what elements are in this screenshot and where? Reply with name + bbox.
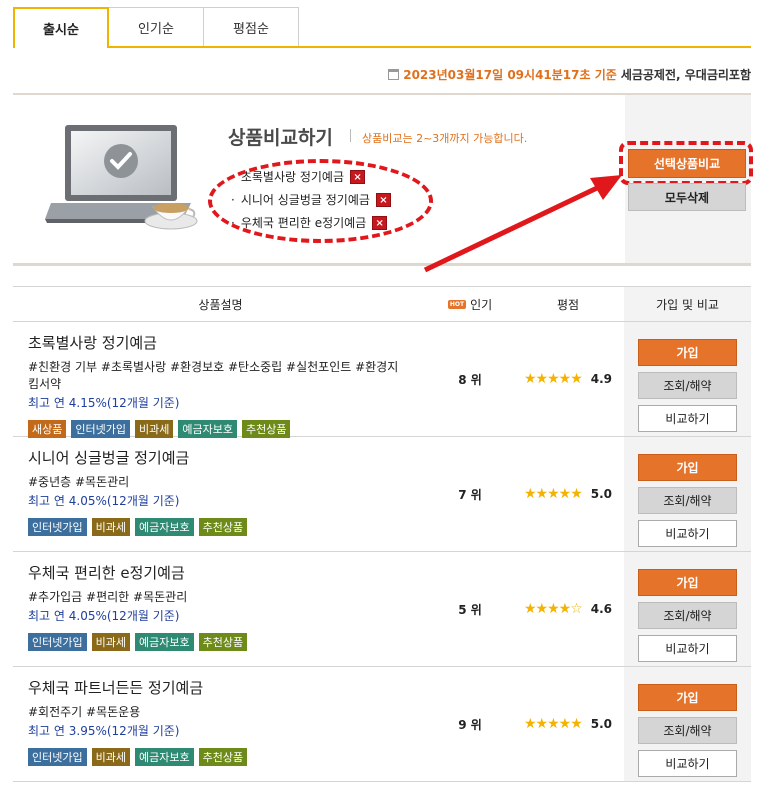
badge-protected: 예금자보호: [134, 518, 194, 536]
badge-taxfree: 비과세: [91, 518, 130, 536]
clear-all-button[interactable]: 모두삭제: [628, 183, 746, 211]
product-tags: #친환경 기부 #초록별사랑 #환경보호 #탄소중립 #실천포인트 #환경지킴서…: [28, 360, 399, 391]
badge-list: 인터넷가입 비과세 예금자보호 추천상품: [28, 518, 428, 536]
badge-protected: 예금자보호: [134, 633, 194, 651]
base-date: 2023년03월17일 09시41분17초 기준: [403, 68, 617, 82]
badge-taxfree: 비과세: [91, 633, 130, 651]
badge-recommended: 추천상품: [198, 518, 248, 536]
star-rating-icon: ★★★★★: [523, 716, 583, 732]
rating-score: 5.0: [590, 487, 613, 501]
join-button[interactable]: 가입: [638, 569, 737, 596]
calendar-icon: [388, 69, 400, 80]
table-row: 우체국 편리한 e정기예금 #추가입금 #편리한 #목돈관리 최고 연 4.05…: [13, 552, 751, 667]
product-rate: 최고 연 3.95%(12개월 기준): [28, 724, 180, 738]
badge-internet: 인터넷가입: [28, 748, 87, 766]
header-desc: 상품설명: [198, 297, 243, 312]
action-cell: 가입 조회/해약 비교하기: [624, 437, 751, 551]
popularity-rank: 5 위: [458, 602, 482, 617]
tab-popular[interactable]: 인기순: [108, 7, 204, 47]
badge-recommended: 추천상품: [198, 633, 248, 651]
table-row: 우체국 파트너든든 정기예금 #회전주기 #목돈운용 최고 연 3.95%(12…: [13, 667, 751, 782]
product-name[interactable]: 시니어 싱글벙글 정기예금: [28, 447, 428, 468]
header-action: 가입 및 비교: [624, 287, 751, 321]
star-rating-icon: ★★★★☆: [523, 601, 583, 617]
compare-selected-button[interactable]: 선택상품비교: [628, 149, 746, 178]
highlight-oval: [208, 159, 433, 243]
join-button[interactable]: 가입: [638, 684, 737, 711]
compare-panel: 상품비교하기 상품비교는 2~3개까지 가능합니다. · 초록별사랑 정기예금 …: [13, 93, 753, 266]
view-cancel-button[interactable]: 조회/해약: [638, 372, 737, 399]
badge-new: 새상품: [28, 420, 67, 438]
badge-taxfree: 비과세: [134, 420, 174, 438]
action-cell: 가입 조회/해약 비교하기: [624, 322, 751, 436]
rating-score: 4.6: [590, 602, 613, 616]
rating-score: 4.9: [590, 372, 613, 386]
header-popularity: HOT 인기: [447, 297, 493, 312]
compare-note: 상품비교는 2~3개까지 가능합니다.: [362, 132, 528, 145]
table-row: 초록별사랑 정기예금 #친환경 기부 #초록별사랑 #환경보호 #탄소중립 #실…: [13, 322, 751, 438]
header-rating: 평점: [556, 297, 580, 312]
badge-list: 인터넷가입 비과세 예금자보호 추천상품: [28, 748, 428, 766]
rating-cell: ★★★★★ 4.9: [512, 322, 624, 436]
product-rate: 최고 연 4.05%(12개월 기준): [28, 609, 180, 623]
table-header: 상품설명 HOT 인기 평점 가입 및 비교: [13, 286, 751, 322]
product-tags: #중년층 #목돈관리: [28, 475, 130, 489]
product-table: 상품설명 HOT 인기 평점 가입 및 비교 초록별사랑 정기예금 #친환경 기…: [13, 286, 751, 782]
product-name[interactable]: 우체국 편리한 e정기예금: [28, 562, 428, 583]
rate-note: 세금공제전, 우대금리포함: [620, 68, 751, 82]
table-row: 시니어 싱글벙글 정기예금 #중년층 #목돈관리 최고 연 4.05%(12개월…: [13, 437, 751, 552]
badge-protected: 예금자보호: [134, 748, 194, 766]
join-button[interactable]: 가입: [638, 454, 737, 481]
compare-button[interactable]: 비교하기: [638, 635, 737, 662]
star-rating-icon: ★★★★★: [523, 486, 583, 502]
laptop-icon: [45, 125, 198, 230]
view-cancel-button[interactable]: 조회/해약: [638, 487, 737, 514]
rating-cell: ★★★★☆ 4.6: [512, 552, 624, 666]
badge-internet: 인터넷가입: [28, 518, 87, 536]
action-cell: 가입 조회/해약 비교하기: [624, 667, 751, 781]
badge-internet: 인터넷가입: [71, 420, 130, 438]
rating-cell: ★★★★★ 5.0: [512, 667, 624, 781]
product-name[interactable]: 초록별사랑 정기예금: [28, 332, 428, 353]
product-rate: 최고 연 4.05%(12개월 기준): [28, 494, 180, 508]
tab-rating[interactable]: 평점순: [203, 7, 299, 47]
rating-cell: ★★★★★ 5.0: [512, 437, 624, 551]
popularity-rank: 9 위: [458, 717, 482, 732]
popularity-rank: 7 위: [458, 487, 482, 502]
date-line: 2023년03월17일 09시41분17초 기준 세금공제전, 우대금리포함: [388, 66, 751, 83]
tab-release[interactable]: 출시순: [13, 7, 109, 48]
badge-taxfree: 비과세: [91, 748, 130, 766]
badge-recommended: 추천상품: [241, 420, 291, 438]
star-rating-icon: ★★★★★: [523, 371, 583, 387]
tab-underline: [13, 46, 751, 48]
view-cancel-button[interactable]: 조회/해약: [638, 602, 737, 629]
sort-tabs: 출시순 인기순 평점순: [13, 7, 299, 48]
view-cancel-button[interactable]: 조회/해약: [638, 717, 737, 744]
product-name[interactable]: 우체국 파트너든든 정기예금: [28, 677, 428, 698]
hot-badge: HOT: [447, 299, 467, 309]
compare-button[interactable]: 비교하기: [638, 750, 737, 777]
rating-score: 5.0: [590, 717, 613, 731]
popularity-rank: 8 위: [458, 372, 482, 387]
action-cell: 가입 조회/해약 비교하기: [624, 552, 751, 666]
compare-button[interactable]: 비교하기: [638, 520, 737, 547]
badge-protected: 예금자보호: [178, 420, 237, 438]
compare-title: 상품비교하기: [228, 127, 333, 149]
product-rate: 최고 연 4.15%(12개월 기준): [28, 396, 180, 410]
badge-internet: 인터넷가입: [28, 633, 87, 651]
badge-recommended: 추천상품: [198, 748, 248, 766]
product-tags: #회전주기 #목돈운용: [28, 705, 141, 719]
join-button[interactable]: 가입: [638, 339, 737, 366]
badge-list: 인터넷가입 비과세 예금자보호 추천상품: [28, 633, 428, 651]
badge-list: 새상품 인터넷가입 비과세 예금자보호 추천상품: [28, 420, 428, 438]
product-tags: #추가입금 #편리한 #목돈관리: [28, 590, 188, 604]
compare-button[interactable]: 비교하기: [638, 405, 737, 432]
title-divider: [350, 129, 351, 142]
